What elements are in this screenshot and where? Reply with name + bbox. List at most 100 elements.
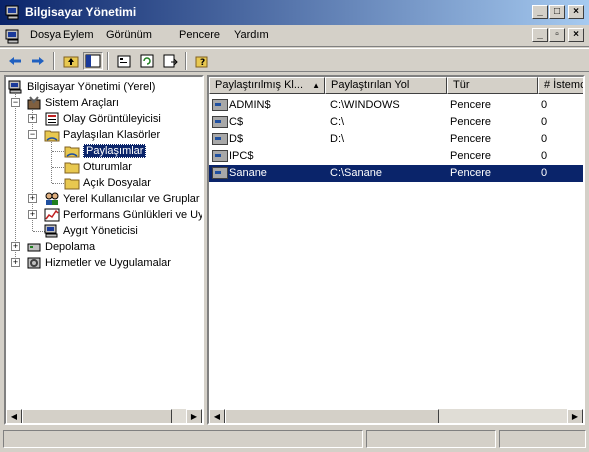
svg-text:?: ?: [200, 58, 205, 68]
expand-toggle[interactable]: +: [11, 242, 20, 251]
show-hide-console-tree-button[interactable]: [83, 52, 103, 70]
tree-item-storage[interactable]: Depolama: [26, 239, 95, 255]
collapse-toggle[interactable]: −: [11, 98, 20, 107]
mdi-minimize-button[interactable]: _: [532, 28, 548, 42]
column-label: Tür: [453, 79, 470, 91]
share-clients: 0: [541, 99, 548, 111]
storage-icon: [27, 243, 41, 252]
back-button[interactable]: [5, 52, 25, 70]
status-bar: [0, 428, 589, 452]
toolbar: ?: [0, 48, 589, 72]
column-header-type[interactable]: Tür: [447, 77, 538, 94]
list-row[interactable]: ADMIN$ C:\WINDOWS Pencere 0: [209, 97, 583, 114]
mdi-close-button[interactable]: ×: [568, 28, 584, 42]
tree-item-services-applications[interactable]: Hizmetler ve Uygulamalar: [26, 255, 171, 271]
column-label: Paylaştırılmış Kl...: [215, 79, 304, 91]
export-list-icon: [163, 54, 178, 68]
forward-arrow-icon: [32, 57, 44, 65]
expand-toggle[interactable]: +: [28, 194, 37, 203]
sort-ascending-icon: ▲: [312, 81, 320, 90]
share-clients: 0: [541, 167, 548, 179]
export-list-button[interactable]: [160, 52, 180, 70]
scroll-left-button[interactable]: ◀: [209, 409, 225, 423]
tree-item-label: Paylaşılan Klasörler: [63, 129, 161, 141]
scroll-thumb[interactable]: [22, 409, 172, 423]
shares-folder-icon: [64, 146, 80, 158]
tree-item-device-manager[interactable]: Aygıt Yöneticisi: [44, 223, 138, 239]
tree-item-event-viewer[interactable]: Olay Görüntüleyicisi: [44, 111, 161, 127]
console-tree-icon: [85, 54, 101, 68]
tree-item-system-tools[interactable]: Sistem Araçları: [26, 95, 119, 111]
expand-toggle[interactable]: +: [28, 210, 37, 219]
scroll-thumb[interactable]: [225, 409, 439, 423]
tree-item-shared-folders[interactable]: Paylaşılan Klasörler: [44, 127, 160, 143]
menu-yardim[interactable]: Yardım: [234, 29, 269, 41]
tree-item-sessions[interactable]: Oturumlar: [64, 159, 132, 175]
maximize-button[interactable]: □: [549, 5, 565, 19]
list-row[interactable]: D$ D:\ Pencere 0: [209, 131, 583, 148]
share-type: Pencere: [450, 150, 491, 162]
tree-connector: [52, 183, 64, 184]
share-path: C:\: [330, 116, 345, 128]
share-name: ADMIN$: [229, 99, 271, 111]
scroll-right-button[interactable]: ▶: [186, 409, 202, 423]
refresh-icon: [140, 54, 154, 68]
close-button[interactable]: ×: [568, 5, 584, 19]
up-folder-icon: [63, 56, 79, 68]
column-header-share-name[interactable]: Paylaştırılmış Kl... ▲: [209, 77, 325, 94]
status-pane: [366, 430, 496, 448]
computer-icon: [8, 80, 22, 94]
properties-button[interactable]: [114, 52, 134, 70]
sessions-folder-icon: [64, 162, 80, 174]
list-row[interactable]: C$ C:\ Pencere 0: [209, 114, 583, 131]
tree-item-label: Olay Görüntüleyicisi: [63, 113, 161, 125]
column-label: # İstemci: [544, 79, 585, 91]
properties-icon: [117, 55, 131, 68]
list-row-selected[interactable]: Sanane C:\Sanane Pencere 0: [209, 165, 583, 182]
menu-dosya[interactable]: Dosya: [30, 29, 61, 41]
services-icon: [27, 257, 41, 269]
tree-item-performance-logs[interactable]: Performans Günlükleri ve Uya: [44, 207, 202, 223]
collapse-toggle[interactable]: −: [28, 130, 37, 139]
up-one-level-button[interactable]: [61, 52, 81, 70]
back-arrow-icon: [9, 57, 21, 65]
column-label: Paylaştırılan Yol: [331, 79, 410, 91]
details-list[interactable]: Paylaştırılmış Kl... ▲ Paylaştırılan Yol…: [207, 75, 585, 425]
share-name: C$: [229, 116, 244, 128]
refresh-button[interactable]: [137, 52, 157, 70]
help-button[interactable]: ?: [192, 52, 212, 70]
document-icon[interactable]: [5, 28, 21, 44]
tree-item-shares[interactable]: Paylaşımlar: [64, 143, 147, 159]
status-pane: [3, 430, 363, 448]
tree-item-label: Aygıt Yöneticisi: [63, 225, 138, 237]
list-row[interactable]: IPC$ Pencere 0: [209, 148, 583, 165]
list-horizontal-scrollbar[interactable]: ◀ ▶: [209, 409, 583, 423]
menu-pencere[interactable]: Pencere: [179, 29, 220, 41]
expand-toggle[interactable]: +: [28, 114, 37, 123]
performance-logs-icon: [44, 208, 60, 222]
tree-horizontal-scrollbar[interactable]: ◀ ▶: [6, 409, 202, 423]
tree-item-computer-management[interactable]: Bilgisayar Yönetimi (Yerel): [8, 79, 155, 95]
scroll-left-button[interactable]: ◀: [6, 409, 22, 423]
forward-button[interactable]: [28, 52, 48, 70]
share-type: Pencere: [450, 133, 491, 145]
tree-connector: [15, 91, 16, 263]
share-name: Sanane: [229, 167, 267, 179]
scroll-right-button[interactable]: ▶: [567, 409, 583, 423]
tree-item-label: Açık Dosyalar: [83, 177, 151, 189]
tree-item-local-users-groups[interactable]: Yerel Kullanıcılar ve Gruplar: [44, 191, 200, 207]
minimize-button[interactable]: _: [532, 5, 548, 19]
share-name: D$: [229, 133, 244, 145]
tree-item-open-files[interactable]: Açık Dosyalar: [64, 175, 151, 191]
mdi-restore-button[interactable]: ▫: [549, 28, 565, 42]
column-header-share-path[interactable]: Paylaştırılan Yol: [325, 77, 447, 94]
title-bar: Bilgisayar Yönetimi _ □ ×: [0, 0, 589, 25]
menu-eylem[interactable]: Eylem: [63, 29, 94, 41]
share-clients: 0: [541, 116, 548, 128]
window-title: Bilgisayar Yönetimi: [25, 5, 137, 19]
expand-toggle[interactable]: +: [11, 258, 20, 267]
column-header-clients[interactable]: # İstemci: [538, 77, 585, 94]
console-tree[interactable]: Bilgisayar Yönetimi (Yerel) − Sistem Ara…: [4, 75, 204, 425]
menu-gorunum[interactable]: Görünüm: [106, 29, 152, 41]
list-header: Paylaştırılmış Kl... ▲ Paylaştırılan Yol…: [209, 77, 585, 94]
